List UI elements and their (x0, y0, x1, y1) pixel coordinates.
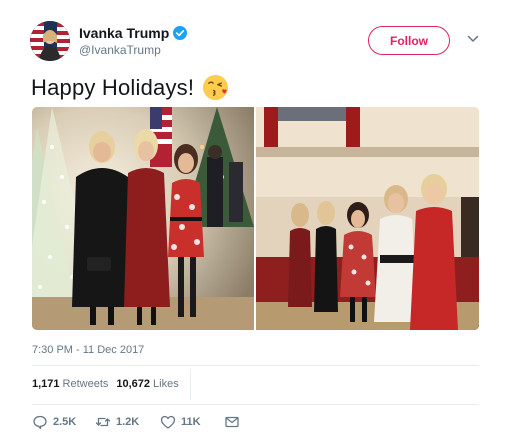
verified-badge-icon (173, 26, 188, 40)
like-button[interactable]: 11K (160, 414, 201, 430)
divider (32, 365, 479, 366)
display-name-text: Ivanka Trump (79, 25, 170, 41)
reply-count: 2.5K (53, 416, 77, 428)
follow-button[interactable]: Follow (368, 26, 450, 55)
photo-christmas-tree-three-women (32, 107, 254, 330)
direct-message-button[interactable] (224, 414, 240, 430)
user-handle[interactable]: @IvankaTrump (79, 43, 161, 57)
retweet-button[interactable]: 1.2K (95, 414, 139, 430)
media-grid (32, 107, 479, 330)
like-count: 11K (181, 416, 201, 428)
tweet-card: Ivanka Trump @IvankaTrump Follow Happy H… (0, 0, 509, 447)
retweets-count: 1,171 (32, 378, 60, 390)
stats-separator (190, 369, 191, 400)
photo-five-women-hallway (256, 107, 479, 330)
retweet-count: 1.2K (116, 416, 140, 428)
divider (32, 404, 479, 405)
likes-count: 10,672 (116, 378, 151, 390)
reply-button[interactable]: 2.5K (32, 414, 76, 430)
tweet-text-content: Happy Holidays! (31, 74, 195, 100)
likes-stat[interactable]: 10,672 Likes (116, 378, 178, 390)
photo-1[interactable] (32, 107, 254, 330)
tweet-stats: 1,171 Retweets 10,672 Likes (32, 378, 179, 390)
likes-label: Likes (153, 378, 179, 390)
retweets-stat[interactable]: 1,171 Retweets (32, 378, 108, 390)
tweet-text: Happy Holidays! (31, 74, 229, 101)
tweet-timestamp[interactable]: 7:30 PM - 11 Dec 2017 (32, 344, 144, 356)
reply-icon (33, 415, 47, 430)
heart-icon (160, 415, 176, 429)
face-blowing-kiss-emoji-icon (203, 74, 229, 101)
avatar[interactable] (30, 21, 70, 61)
display-name[interactable]: Ivanka Trump (79, 25, 188, 41)
chevron-down-icon[interactable] (467, 34, 479, 44)
retweet-icon (95, 417, 111, 427)
retweets-label: Retweets (62, 378, 109, 390)
photo-2[interactable] (256, 107, 479, 330)
avatar-image (30, 21, 70, 61)
envelope-icon (225, 416, 239, 428)
